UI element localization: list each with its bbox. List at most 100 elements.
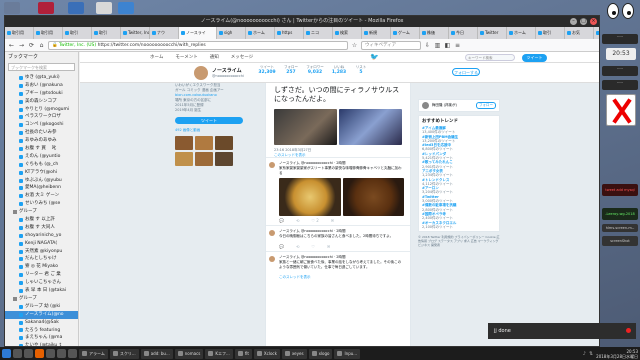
url-bar[interactable]: 🔒 Twitter, Inc. (US) https://twitter.com… [48,40,348,50]
bookmark-item[interactable]: しゃいこちゃさん [5,279,78,287]
message-icon[interactable]: ✉ [331,218,334,223]
stat-lists[interactable]: リスト 5 [350,65,372,75]
photo-thumb[interactable] [195,152,213,166]
minimize-button[interactable]: – [570,18,577,25]
taskbar-window-button[interactable]: Xclock [253,348,280,359]
bookmark-item[interactable]: 美の森シンコプ [5,98,78,106]
trend-item[interactable]: #アイム最適解 13,400件のツイート [422,126,496,135]
bookmark-item[interactable]: コンペ (@kogoshi [5,121,78,129]
follow-button[interactable]: フォローする [452,68,480,76]
bookmark-item[interactable]: shoyarinicho_yo [5,232,78,240]
browser-tab[interactable]: 取引 [63,27,92,39]
tweet-photo[interactable] [339,109,402,145]
bookmark-item[interactable]: Kenji NAGATA( [5,240,78,248]
browser-tab[interactable]: 新規 [362,27,391,39]
bookmark-item[interactable]: えのん (@yuntio [5,153,78,161]
notification-popup[interactable]: jj done [488,323,636,339]
photo-thumb[interactable] [175,136,193,150]
trend-item[interactable]: #アーロン 3,204件のツイート [422,186,496,195]
message-icon[interactable]: ✉ [327,244,330,249]
desktop-icon[interactable] [68,2,84,14]
retweet-icon[interactable]: ⟲ [296,218,299,223]
close-button[interactable]: × [590,18,597,25]
hamburger-menu-icon[interactable]: ≡ [454,42,461,49]
forward-arrow-icon[interactable]: → [18,42,25,49]
launcher-icon[interactable] [68,349,77,358]
photo-thumb[interactable] [215,136,233,150]
trend-item[interactable]: #新宿上田PBM会議生 13,200件のツイート [422,135,496,144]
desktop-icon[interactable] [4,2,20,14]
browser-tab[interactable]: ノースライ [179,27,217,39]
launcher-icon[interactable] [57,349,66,358]
trend-item[interactable]: #レッドパンダ 5,421件のツイート [422,152,496,161]
bookmark-item[interactable]: 表 早 本 日 (@takai [5,287,78,295]
bookmark-item[interactable]: 寮 ◎ 花 Miyako [5,263,78,271]
bookmark-item[interactable]: お腹 す 買 叱 [5,145,78,153]
browser-tab[interactable]: 取引 [92,27,121,39]
panel-widget[interactable]: ----- [602,80,638,90]
photo-thumb[interactable] [175,152,193,166]
desktop-icon[interactable] [118,2,134,14]
library-icon[interactable]: ▥ [434,42,441,49]
food-photo[interactable] [279,178,341,216]
follow-suggest-button[interactable]: フォロー [476,102,496,109]
search-bar[interactable]: ウィキペディア [361,40,421,50]
taskbar-clock[interactable]: 20:53 2018年3月28日水曜日 [596,349,638,359]
browser-tab[interactable]: 取引用 [5,27,34,39]
photo-thumb[interactable] [215,152,233,166]
avatar[interactable] [422,102,429,109]
browser-tab[interactable]: https [275,27,304,39]
taskbar-window-button[interactable]: アラーム [79,348,108,359]
trend-item[interactable]: #偶数の駐車場を抗議 2,800件のツイート [422,203,496,212]
bookmark-item[interactable]: あおい (@nakuna [5,82,78,90]
bookmark-item[interactable]: ぐちもも (@_ch [5,161,78,169]
panel-widget[interactable]: -Leeroy-wg-2018 2018/3 [602,208,638,220]
retweet-icon[interactable]: ⟲ [296,244,299,249]
desktop-icon[interactable] [38,2,54,14]
close-icon[interactable] [626,328,631,333]
bookmark-item[interactable]: 愛MA(@heibenn [5,184,78,192]
footer-links[interactable]: © 2018 Twitter 利用規約 プライバシーポリシー Cookie 広告… [418,235,500,247]
avatar[interactable] [269,256,275,262]
browser-tab[interactable]: ナウ [150,27,179,39]
nav-home[interactable]: ホーム [150,54,163,60]
taskbar-window-button[interactable]: xeyes [281,348,307,359]
trend-item[interactable]: #国際オペラ寺 2,400件のツイート [422,212,496,221]
bookmark-item[interactable]: お腹 す 以上許 [5,216,78,224]
avatar[interactable] [269,162,275,168]
taskbar-window-button[interactable]: スクリ... [109,348,139,359]
bookmark-folder[interactable]: グループ [5,208,78,216]
bookmark-item[interactable]: お腹 す 大同人 [5,224,78,232]
reply-icon[interactable]: 💬 [279,218,284,223]
taskbar-window-button[interactable]: Inpu... [334,348,361,359]
bookmark-item[interactable]: まえちゃん (@ma [5,334,78,342]
back-arrow-icon[interactable]: ← [8,42,15,49]
launcher-icon[interactable] [46,349,55,358]
bookmark-item[interactable]: お酒 大ミ ゲーン [5,192,78,200]
avatar[interactable] [193,65,209,81]
stat-likes[interactable]: いいね 1,283 [328,65,350,75]
trend-item[interactable]: #led3日を応援中 6,800件のツイート [422,143,496,152]
bookmark-folder[interactable]: グループ [5,295,78,303]
suggested-user[interactable]: 梅田隆 (邦楽が) [432,103,457,108]
panel-widget[interactable]: screenShot [602,236,638,246]
launcher-icon[interactable] [13,349,22,358]
like-icon[interactable]: ♡ 2 [311,218,318,223]
food-photo[interactable] [342,178,404,216]
home-icon[interactable]: ⌂ [38,42,45,49]
avatar[interactable] [269,230,275,236]
browser-tab[interactable]: 設定 [594,27,599,39]
bookmark-item[interactable]: 天然素 @kiyonpu [5,248,78,256]
trend-item[interactable]: #歌ってみたれんこ 2,901件のツイート [422,160,496,169]
bookmark-item[interactable]: やりとり (@mogumi [5,106,78,114]
browser-tab[interactable]: 取引 [536,27,565,39]
start-menu-icon[interactable] [2,349,11,358]
browser-tab[interactable]: Twitter, Inc. (us) [121,27,150,39]
nav-messages[interactable]: メッセージ [231,54,253,60]
trend-item[interactable]: アニポタ女表 1,234件のツイート [422,169,496,178]
bookmark-item[interactable]: だんとしちゃけ [5,255,78,263]
panel-widget[interactable]: hlms-screen-m-- [602,224,638,232]
tweet[interactable]: ノースライム @nooooooooocchi · 2時間 家系家豪家豪豪家がスリ… [266,157,410,225]
volume-icon[interactable]: ♪ [583,351,586,357]
trend-item[interactable]: #オーカスネクロエル 2,100件のツイート [422,221,496,230]
